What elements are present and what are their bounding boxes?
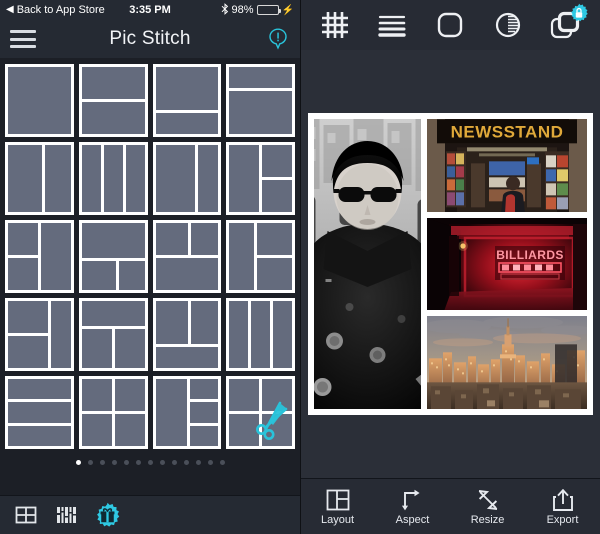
layout-3-bottom-bar[interactable] (152, 298, 222, 371)
collage-canvas: NEWSSTAND BILLIARDS (300, 50, 600, 478)
photo-portrait-bw[interactable] (313, 119, 421, 409)
resize-diagonal-icon (476, 487, 500, 511)
layout-row (5, 376, 295, 449)
page-dot[interactable] (135, 460, 141, 465)
layout-3-left-right-split[interactable] (226, 142, 295, 215)
status-indicators: 98% ⚡ (221, 2, 294, 18)
collage-pattern-icon[interactable] (53, 502, 80, 529)
charging-bolt-icon: ⚡ (281, 4, 294, 16)
layout-row (5, 298, 295, 371)
layout-1-single[interactable] (5, 64, 74, 137)
editor-bottom-toolbar: Layout Aspect Resize Export (300, 478, 600, 534)
page-dot[interactable] (123, 460, 129, 465)
layout-button-label: Layout (320, 514, 355, 526)
layout-2-wide-narrow[interactable] (152, 142, 222, 215)
left-bottom-toolbar (0, 495, 300, 534)
layout-4-left-right-stack[interactable] (152, 376, 222, 449)
layout-row (5, 220, 295, 293)
battery-percent: 98% (231, 4, 254, 16)
resize-button-label: Resize (470, 514, 505, 526)
hamburger-menu-icon[interactable] (10, 30, 36, 48)
page-dot[interactable] (171, 460, 177, 465)
lock-badge-icon (569, 3, 589, 23)
page-title: Pic Stitch (109, 28, 191, 49)
layout-thumbnail-grid (0, 58, 300, 495)
layout-2-bottom-large[interactable] (226, 64, 295, 137)
page-dot[interactable] (87, 460, 93, 465)
shadow-gradient-icon[interactable] (488, 5, 528, 45)
ios-status-bar: ◀ Back to App Store 3:35 PM 98% ⚡ (0, 0, 300, 20)
layout-3-left-stack[interactable] (5, 220, 74, 293)
gift-badge-icon[interactable] (94, 502, 121, 529)
layout-2-top-large[interactable] (152, 64, 222, 137)
layout-3-top-bar[interactable] (78, 298, 148, 371)
scissors-icon (250, 399, 294, 443)
back-to-app-store[interactable]: ◀ Back to App Store (6, 4, 105, 16)
collage-left-column (313, 119, 421, 409)
page-dot[interactable] (183, 460, 189, 465)
page-dot[interactable] (219, 460, 225, 465)
layout-row (5, 64, 295, 137)
photo-billiards-neon[interactable]: BILLIARDS (426, 217, 587, 311)
battery-icon (256, 5, 281, 15)
layout-3-left-tall[interactable] (226, 220, 295, 293)
pic-stitch-app: ◀ Back to App Store 3:35 PM 98% ⚡ Pic St… (0, 0, 600, 534)
export-share-icon (551, 487, 575, 511)
panel-divider (300, 0, 301, 534)
page-dot[interactable] (159, 460, 165, 465)
layout-2-stacked[interactable] (78, 64, 148, 137)
page-dot[interactable] (147, 460, 153, 465)
page-dot[interactable] (111, 460, 117, 465)
photo-nyc-skyline[interactable] (426, 316, 587, 410)
resize-button[interactable]: Resize (456, 487, 520, 526)
collage-editor-panel: NEWSSTAND BILLIARDS Layout Aspect Resize… (300, 0, 600, 534)
svg-text:NEWSSTAND: NEWSSTAND (450, 122, 563, 141)
collage-frame[interactable]: NEWSSTAND BILLIARDS (307, 113, 593, 415)
export-button-label: Export (546, 514, 579, 526)
layout-chooser-panel: ◀ Back to App Store 3:35 PM 98% ⚡ Pic St… (0, 0, 300, 534)
aspect-button[interactable]: Aspect (381, 487, 445, 526)
navigation-bar: Pic Stitch (0, 20, 300, 58)
layout-3-even-columns[interactable] (226, 298, 295, 371)
layout-3-top-wide[interactable] (78, 220, 148, 293)
page-dots[interactable] (5, 454, 295, 469)
layout-2-vertical-split[interactable] (5, 142, 74, 215)
layout-3-right-tall[interactable] (5, 298, 74, 371)
layout-row (5, 142, 295, 215)
svg-text:BILLIARDS: BILLIARDS (496, 248, 564, 262)
aspect-arrow-icon (401, 487, 425, 511)
rounded-corners-icon[interactable] (430, 5, 470, 45)
page-dot[interactable] (207, 460, 213, 465)
page-dot[interactable] (75, 460, 81, 465)
layout-4-scissors-featured[interactable] (226, 376, 295, 449)
border-lines-icon[interactable] (372, 5, 412, 45)
layout-3-columns[interactable] (78, 142, 148, 215)
page-dot[interactable] (99, 460, 105, 465)
info-alert-icon[interactable] (266, 27, 290, 51)
page-dot[interactable] (195, 460, 201, 465)
layout-button[interactable]: Layout (306, 487, 370, 526)
collage-right-column: NEWSSTAND BILLIARDS (426, 119, 587, 410)
export-button[interactable]: Export (531, 487, 595, 526)
edit-toolbar (300, 0, 600, 50)
back-label: Back to App Store (16, 4, 105, 16)
stacked-frames-icon[interactable] (545, 3, 588, 45)
aspect-button-label: Aspect (395, 514, 430, 526)
layout-grid-icon (326, 487, 350, 511)
layout-3-top-two[interactable] (152, 220, 222, 293)
grid-layout-icon[interactable] (12, 502, 39, 529)
layout-3-rows[interactable] (5, 376, 74, 449)
photo-newsstand[interactable]: NEWSSTAND (426, 119, 587, 212)
grid-lattice-icon[interactable] (315, 5, 355, 45)
back-caret-icon: ◀ (6, 4, 14, 15)
bluetooth-icon (221, 2, 229, 18)
layout-4-quad[interactable] (78, 376, 148, 449)
